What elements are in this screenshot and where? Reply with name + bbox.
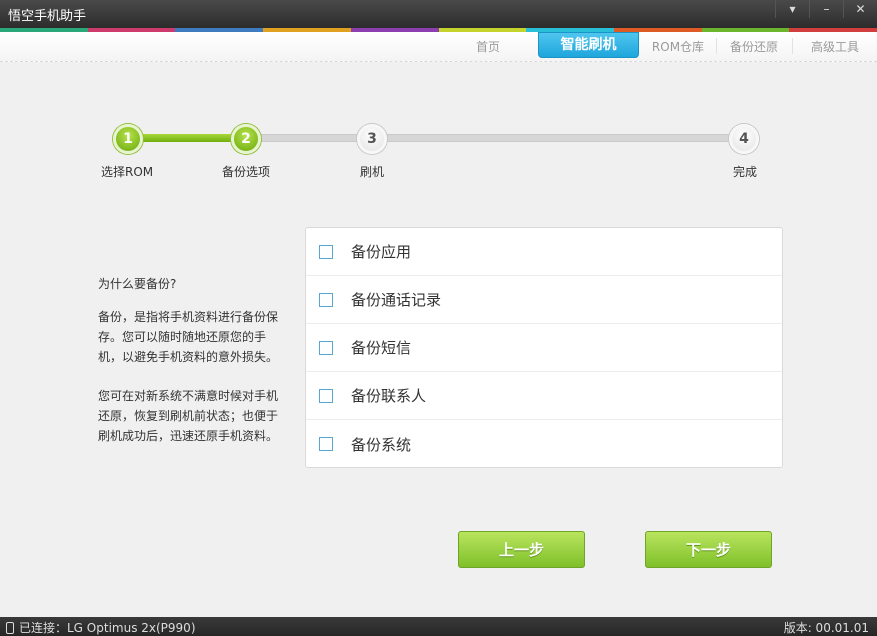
checkbox[interactable] xyxy=(319,292,333,307)
step-2-circle: 2 xyxy=(231,124,261,154)
info-line: 刷机成功后，迅速还原手机资料。 xyxy=(98,429,279,443)
nav-divider xyxy=(792,38,793,54)
title-bar: 悟空手机助手 ▾ – ✕ xyxy=(0,0,877,28)
info-paragraph-2: 您可在对新系统不满意时候对手机 还原，恢复到刷机前状态；也便于 刷机成功后，迅速… xyxy=(98,386,278,446)
version-text: 版本: 00.01.01 xyxy=(783,621,869,635)
tab-rom-store[interactable]: ROM仓库 xyxy=(642,36,714,58)
option-backup-sms[interactable]: 备份短信 xyxy=(306,324,782,372)
option-backup-call-log[interactable]: 备份通话记录 xyxy=(306,276,782,324)
option-label: 备份应用 xyxy=(351,243,412,261)
step-3-label: 刷机 xyxy=(360,165,385,179)
checkbox[interactable] xyxy=(319,340,333,355)
app-title: 悟空手机助手 xyxy=(8,9,87,24)
option-label: 备份联系人 xyxy=(351,387,427,405)
checkbox[interactable] xyxy=(319,437,333,451)
status-bar: 已连接：LG Optimus 2x(P990) 版本: 00.01.01 xyxy=(0,617,877,636)
backup-options-panel: 备份应用 备份通话记录 备份短信 备份联系人 备份系统 xyxy=(305,227,783,468)
step-3-circle: 3 xyxy=(357,124,387,154)
info-heading: 为什么要备份? xyxy=(98,277,177,291)
info-line: 您可在对新系统不满意时候对手机 xyxy=(98,389,279,403)
option-label: 备份短信 xyxy=(351,339,412,357)
tab-smart-flash[interactable]: 智能刷机 xyxy=(538,32,639,58)
option-backup-apps[interactable]: 备份应用 xyxy=(306,228,782,276)
checkbox[interactable] xyxy=(319,388,333,403)
connection-text: 已连接：LG Optimus 2x(P990) xyxy=(19,621,196,635)
menu-dropdown-icon[interactable]: ▾ xyxy=(775,0,809,18)
checkbox[interactable] xyxy=(319,244,333,259)
step-4-circle: 4 xyxy=(729,124,759,154)
phone-icon xyxy=(6,621,14,634)
option-backup-contacts[interactable]: 备份联系人 xyxy=(306,372,782,420)
option-backup-system[interactable]: 备份系统 xyxy=(306,420,782,468)
info-line: 备份，是指将手机资料进行备份保 xyxy=(98,310,279,324)
window-controls: ▾ – ✕ xyxy=(775,0,877,20)
info-line: 还原，恢复到刷机前状态；也便于 xyxy=(98,409,279,423)
prev-step-button[interactable]: 上一步 xyxy=(458,531,585,568)
minimize-icon[interactable]: – xyxy=(809,0,843,18)
tab-backup-restore[interactable]: 备份还原 xyxy=(720,36,788,58)
info-line: 存。您可以随时随地还原您的手 xyxy=(98,330,267,344)
top-nav: 首页 智能刷机 ROM仓库 备份还原 高级工具 xyxy=(0,32,877,62)
next-step-button[interactable]: 下一步 xyxy=(645,531,772,568)
info-paragraph-1: 备份，是指将手机资料进行备份保 存。您可以随时随地还原您的手 机，以避免手机资料… xyxy=(98,307,278,367)
nav-divider xyxy=(716,38,717,54)
step-1-circle: 1 xyxy=(113,124,143,154)
step-2-label: 备份选项 xyxy=(222,165,271,179)
option-label: 备份系统 xyxy=(351,435,412,454)
step-1-label: 选择ROM xyxy=(101,165,154,179)
progress-fill xyxy=(128,134,248,142)
info-line: 机，以避免手机资料的意外损失。 xyxy=(98,350,279,364)
close-icon[interactable]: ✕ xyxy=(843,0,877,18)
connection-status: 已连接：LG Optimus 2x(P990) xyxy=(6,619,196,636)
tab-home[interactable]: 首页 xyxy=(458,36,518,58)
option-label: 备份通话记录 xyxy=(351,291,442,309)
tab-advanced-tools[interactable]: 高级工具 xyxy=(800,36,870,58)
step-4-label: 完成 xyxy=(733,165,758,179)
